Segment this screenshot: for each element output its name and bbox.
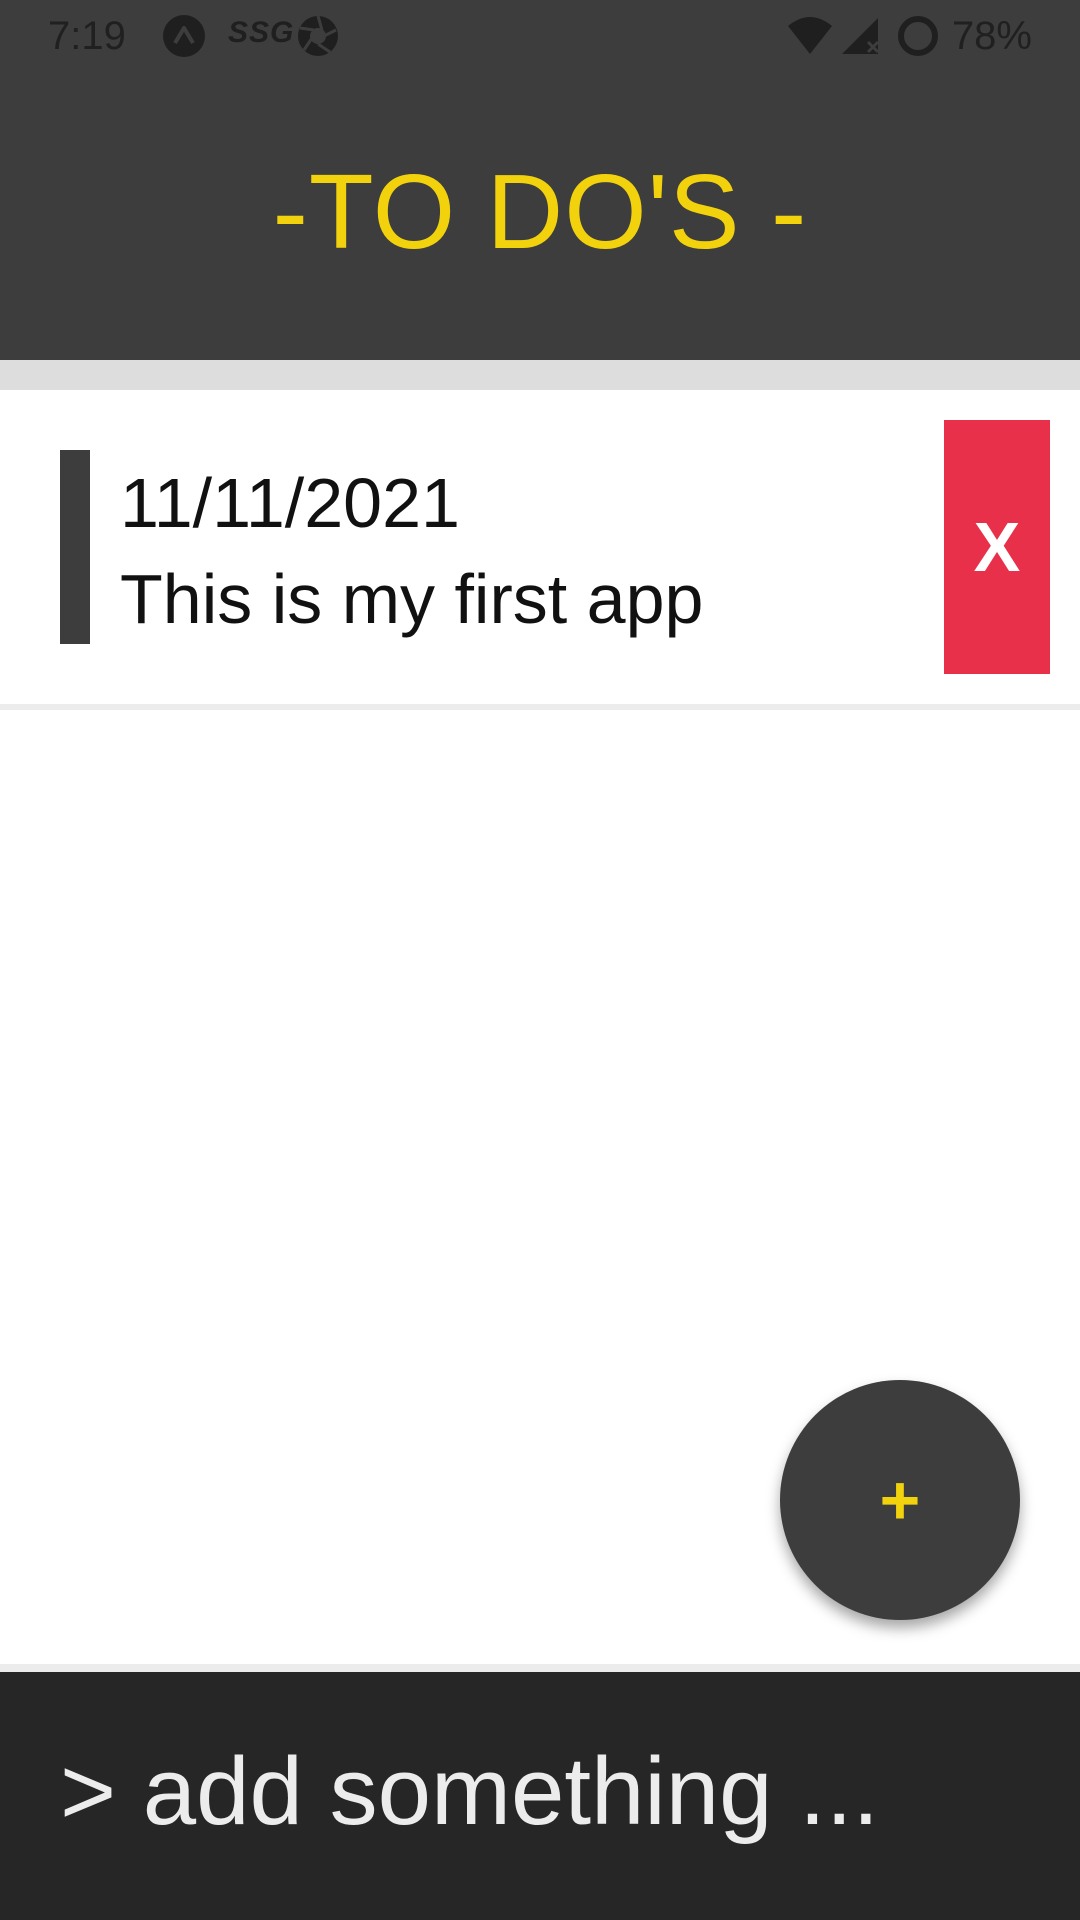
battery-percent: 78% [951,14,1032,58]
battery-icon [896,14,940,58]
bottom-divider [0,1664,1080,1672]
todo-item[interactable]: 11/11/2021 This is my first app X [0,390,1080,710]
todo-text: This is my first app [120,560,704,638]
plus-icon: + [879,1461,921,1539]
add-todo-bar [0,1672,1080,1920]
status-bar: 7:19 SSG 78% [0,0,1080,72]
add-todo-input[interactable] [60,1732,1040,1852]
todo-list: 11/11/2021 This is my first app X [0,390,1080,710]
ssg-icon: SSG [228,16,295,49]
delete-todo-button[interactable]: X [944,420,1050,674]
page-title: -TO DO'S - [272,153,808,271]
app-header: -TO DO'S - [0,72,1080,360]
app-icon [162,14,206,58]
todo-accent-bar [60,450,90,644]
signal-icon [838,14,886,58]
add-todo-fab[interactable]: + [780,1380,1020,1620]
wifi-icon [786,14,834,58]
header-divider [0,360,1080,390]
status-time: 7:19 [48,14,126,58]
aperture-icon [296,14,340,58]
todo-date: 11/11/2021 [120,464,460,542]
